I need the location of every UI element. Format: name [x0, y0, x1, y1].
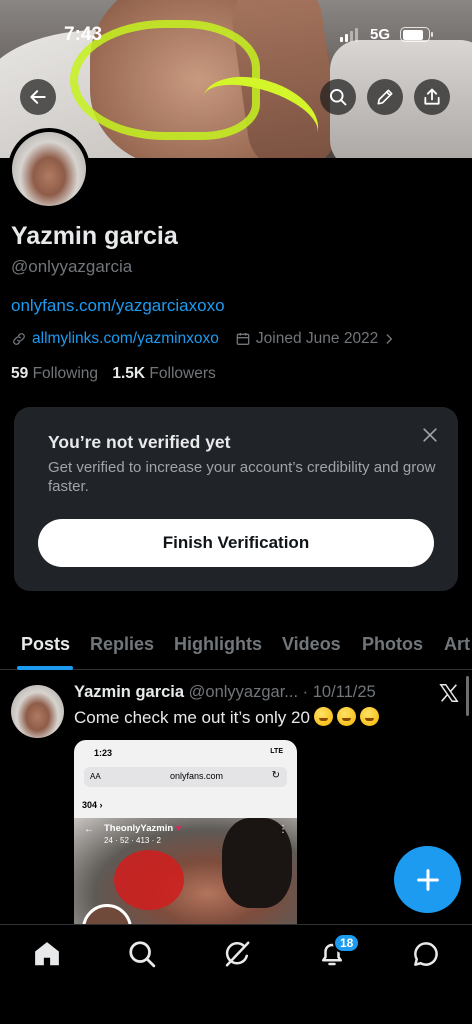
tab-highlights[interactable]: Highlights	[174, 634, 262, 655]
reload-icon: ↻	[271, 770, 280, 781]
status-bar: 7:43 5G	[0, 0, 472, 60]
grok-icon[interactable]	[222, 939, 252, 969]
followers-label: Followers	[149, 365, 216, 382]
drooling-emoji-icon	[336, 707, 356, 726]
profile-name: Yazmin garcia	[11, 222, 178, 250]
media-aa: AA	[90, 772, 101, 781]
followers-count: 1.5K	[112, 365, 146, 382]
followers-link[interactable]: 1.5K Followers	[112, 365, 215, 382]
profile-meta: allmylinks.com/yazminxoxo Joined June 20…	[11, 330, 396, 348]
media-more-icon: ⋮	[278, 824, 288, 835]
verification-description: Get verified to increase your account’s …	[48, 459, 436, 495]
profile-tabs: Posts Replies Highlights Videos Photos A…	[0, 618, 472, 670]
verification-card: You’re not verified yet Get verified to …	[14, 407, 458, 591]
plus-icon	[416, 868, 439, 891]
media-stats: 24 · 52 · 413 · 2	[104, 836, 161, 845]
media-count: 304 ›	[82, 800, 103, 810]
tab-photos[interactable]: Photos	[362, 634, 423, 655]
post-media[interactable]: 1:23 LTE AA onlyfans.com ↻ 304 › ← Theon…	[74, 740, 297, 926]
signal-icon	[340, 28, 358, 42]
tab-posts[interactable]: Posts	[21, 634, 70, 655]
zany-emoji-icon	[359, 707, 379, 726]
battery-icon	[400, 27, 433, 42]
following-label: Following	[32, 365, 99, 382]
search-icon	[329, 88, 347, 106]
pencil-icon	[377, 89, 393, 105]
post-text: Come check me out it’s only 20	[74, 707, 379, 728]
active-tab-indicator	[17, 666, 73, 670]
following-count: 59	[11, 365, 29, 382]
post-handle[interactable]: @onlyyazgar...	[189, 683, 298, 701]
edit-button[interactable]	[367, 79, 403, 115]
finish-verification-button[interactable]: Finish Verification	[38, 519, 434, 567]
media-status: LTE	[270, 748, 283, 755]
search-button[interactable]	[320, 79, 356, 115]
bio-link[interactable]: onlyfans.com/yazgarciaxoxo	[11, 296, 225, 316]
media-back-icon: ←	[84, 824, 94, 835]
post-date: · 10/11/25	[302, 683, 376, 701]
link-icon	[13, 333, 25, 345]
x-logo-icon[interactable]	[438, 682, 460, 704]
compose-button[interactable]	[394, 846, 461, 913]
scrollbar[interactable]	[466, 676, 469, 716]
tab-art[interactable]: Art	[444, 634, 470, 655]
chevron-right-icon[interactable]	[382, 332, 396, 346]
status-time: 7:43	[64, 24, 103, 45]
share-button[interactable]	[414, 79, 450, 115]
media-profile-name: TheonlyYazmin ♥	[104, 823, 182, 834]
tab-replies[interactable]: Replies	[90, 634, 154, 655]
back-button[interactable]	[20, 79, 56, 115]
profile-avatar[interactable]	[8, 128, 90, 210]
follow-stats: 59 Following 1.5K Followers	[11, 365, 216, 383]
joined-date: Joined June 2022	[255, 330, 379, 347]
messages-icon[interactable]	[411, 939, 441, 969]
profile-handle: @onlyyazgarcia	[11, 257, 133, 276]
media-url: onlyfans.com	[170, 771, 224, 781]
notification-badge: 18	[333, 933, 361, 953]
post-author[interactable]: Yazmin garcia	[74, 683, 184, 701]
tab-videos[interactable]: Videos	[282, 634, 341, 655]
verification-title: You’re not verified yet	[48, 432, 231, 452]
media-time: 1:23	[94, 748, 113, 758]
back-arrow-icon	[30, 90, 46, 104]
post-text-content: Come check me out it’s only 20	[74, 708, 310, 727]
kiss-emoji-icon	[313, 707, 333, 726]
close-icon[interactable]	[420, 425, 440, 445]
network-type: 5G	[370, 26, 391, 43]
website-link[interactable]: allmylinks.com/yazminxoxo	[32, 330, 219, 348]
search-icon[interactable]	[127, 939, 157, 969]
following-link[interactable]: 59 Following	[11, 365, 98, 382]
post-header: Yazmin garcia @onlyyazgar... · 10/11/25	[74, 683, 376, 702]
home-icon[interactable]	[32, 939, 62, 969]
calendar-icon	[236, 333, 250, 345]
share-icon	[424, 88, 440, 105]
post-avatar[interactable]	[11, 685, 64, 738]
media-url-bar: AA onlyfans.com ↻	[84, 767, 287, 787]
bottom-nav	[0, 924, 472, 1024]
